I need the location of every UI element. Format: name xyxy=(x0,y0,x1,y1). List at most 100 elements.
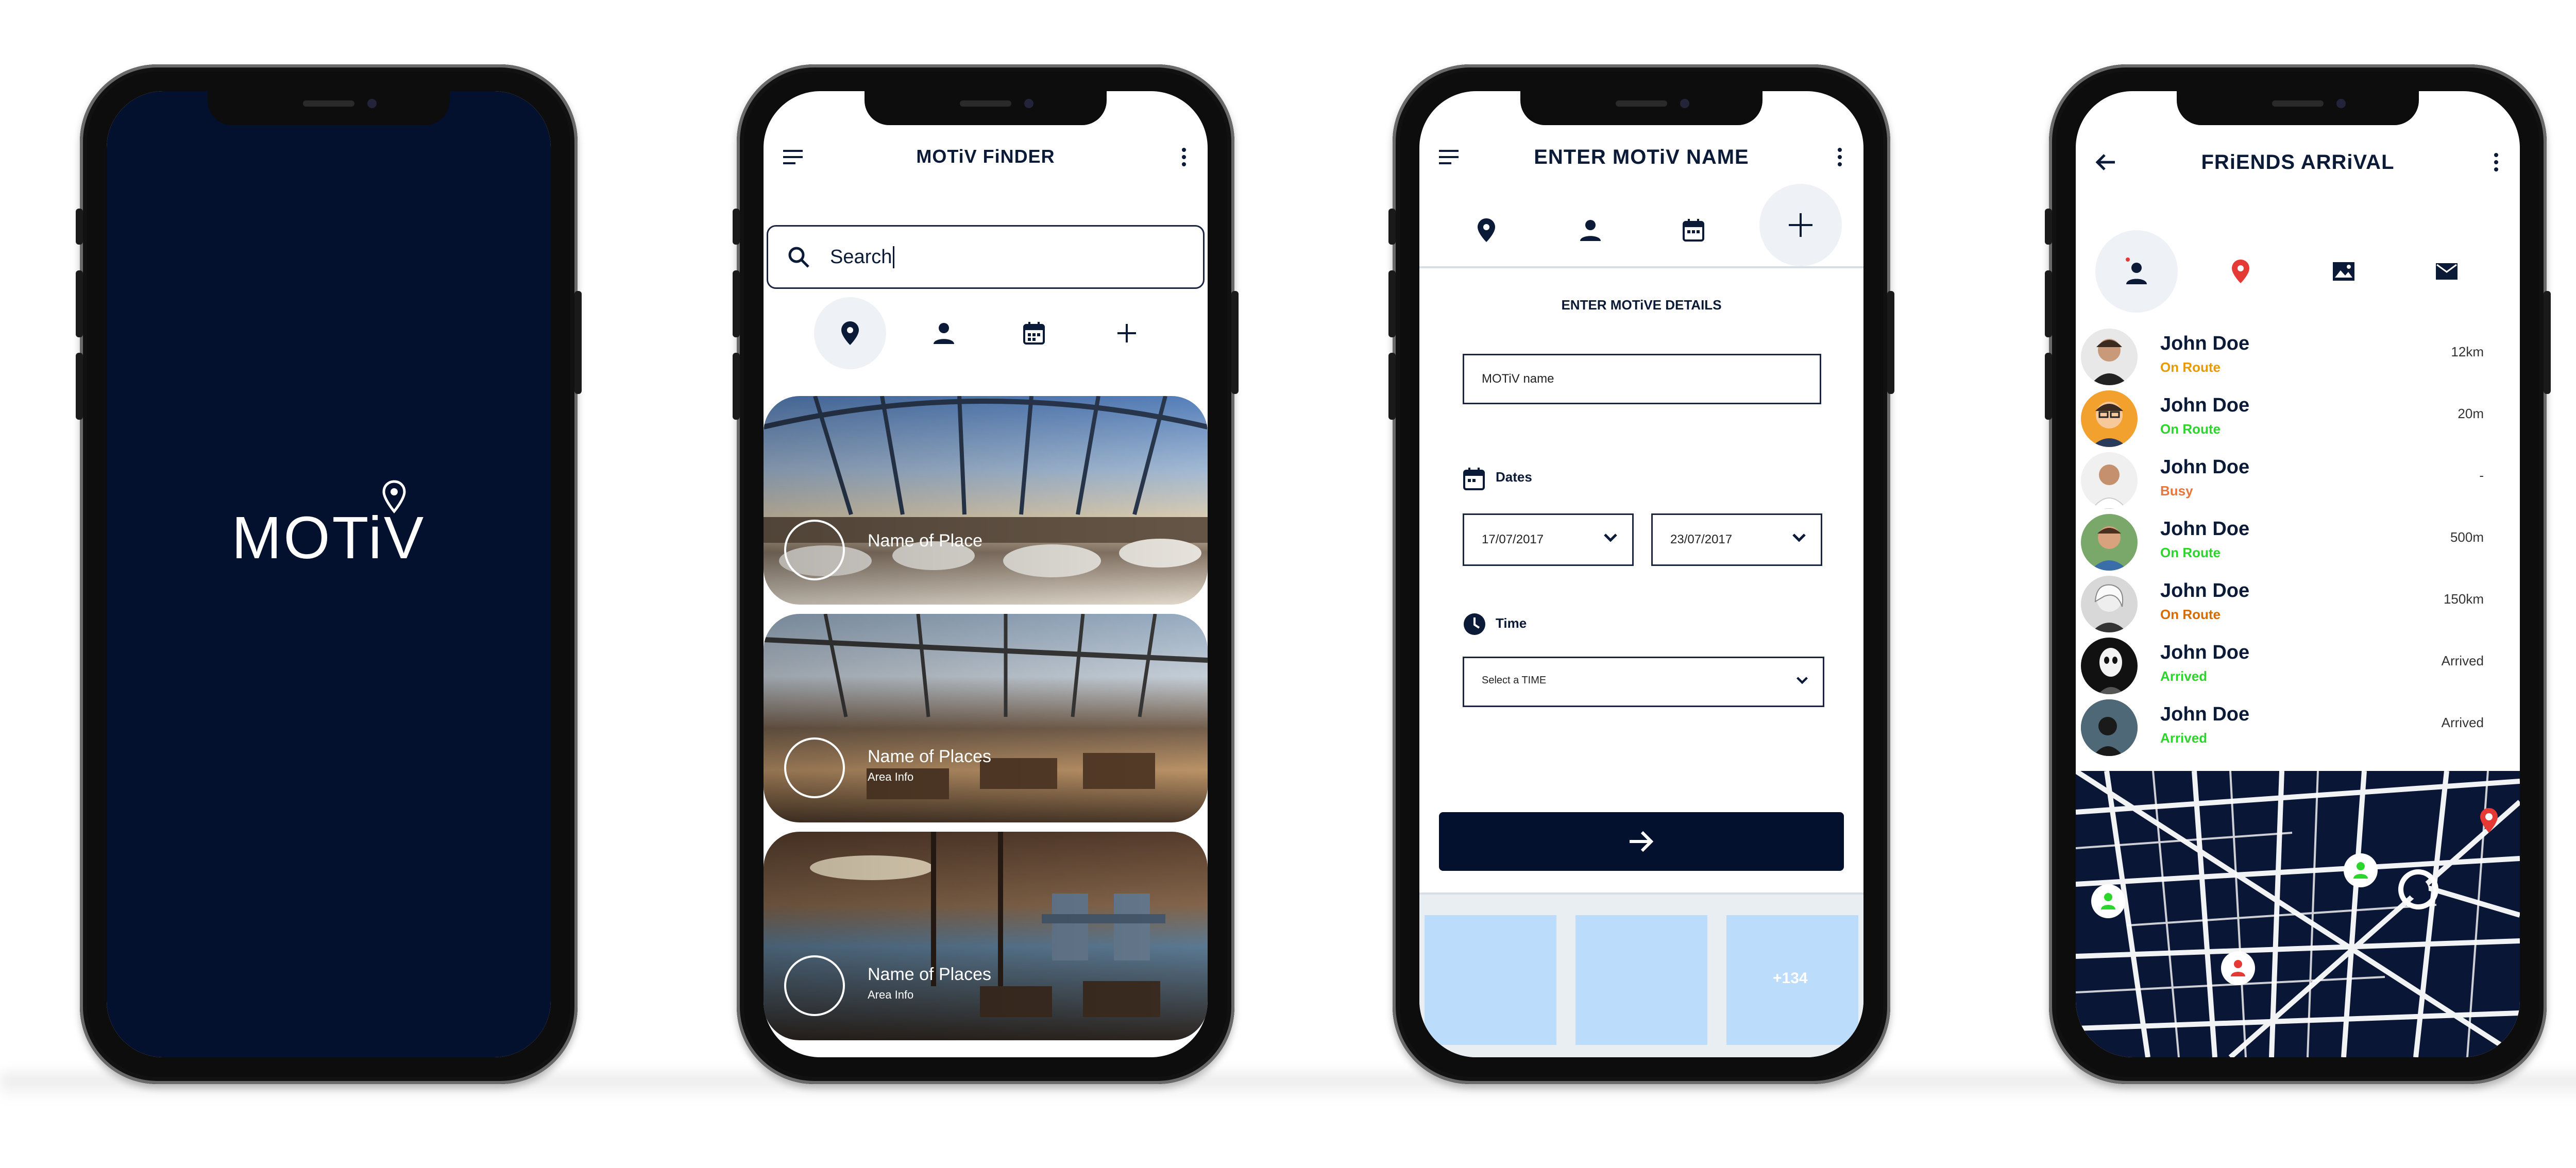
friend-row[interactable]: John Doe Arrived Arrived xyxy=(2076,696,2520,758)
gallery-thumbnail[interactable] xyxy=(1425,915,1556,1045)
map-friend-marker[interactable] xyxy=(2344,853,2378,887)
date-to-value: 23/07/2017 xyxy=(1670,533,1733,546)
more-vert-icon[interactable] xyxy=(1835,146,1845,168)
friend-name: John Doe xyxy=(2160,456,2250,478)
friend-name: John Doe xyxy=(2160,333,2250,354)
person-icon xyxy=(2101,893,2115,909)
place-card[interactable]: Name of Places Area Info xyxy=(764,832,1208,1040)
avatar xyxy=(2081,514,2138,571)
finder-screen: MOTiV FiNDER Search Name of Place Name o… xyxy=(764,91,1208,1057)
friend-distance: - xyxy=(2479,468,2484,483)
tab-messages[interactable] xyxy=(2411,235,2483,307)
friend-row[interactable]: John Doe On Route 12km xyxy=(2076,325,2520,387)
map-friend-marker[interactable] xyxy=(2091,884,2125,918)
more-vert-icon[interactable] xyxy=(2491,151,2501,174)
avatar xyxy=(2081,390,2138,447)
location-pin-icon xyxy=(1478,218,1495,242)
next-button[interactable] xyxy=(1439,812,1844,871)
friend-name: John Doe xyxy=(2160,394,2250,416)
search-input[interactable]: Search xyxy=(767,225,1205,289)
friend-name: John Doe xyxy=(2160,580,2250,602)
time-select[interactable]: Select a TIME xyxy=(1463,657,1824,707)
location-pin-icon xyxy=(2480,808,2498,833)
friend-row[interactable]: John Doe On Route 500m xyxy=(2076,511,2520,573)
date-to-select[interactable]: 23/07/2017 xyxy=(1651,513,1822,566)
tab-location[interactable] xyxy=(1450,194,1522,266)
motiv-name-value: MOTiV name xyxy=(1482,372,1554,386)
place-card[interactable]: Name of Place xyxy=(764,396,1208,605)
create-screen: ENTER MOTiV NAME ENTER MOTiVE DETAILS MO… xyxy=(1419,91,1863,1057)
motiv-name-field[interactable]: MOTiV name xyxy=(1463,354,1821,404)
friend-name: John Doe xyxy=(2160,642,2250,663)
friend-distance: Arrived xyxy=(2441,715,2484,730)
tab-location[interactable] xyxy=(814,297,886,369)
page-title: MOTiV FiNDER xyxy=(916,146,1055,167)
notch xyxy=(1520,91,1762,125)
friend-row[interactable]: John Doe On Route 20m xyxy=(2076,387,2520,449)
add-icon xyxy=(1789,213,1812,237)
friend-status: Arrived xyxy=(2160,730,2208,746)
chevron-down-icon xyxy=(1792,534,1806,542)
place-name: Name of Places xyxy=(868,965,991,984)
tab-photos[interactable] xyxy=(2308,235,2380,307)
tab-calendar[interactable] xyxy=(998,297,1070,369)
phone-finder: MOTiV FiNDER Search Name of Place Name o… xyxy=(733,64,1239,1084)
logo-pin-icon xyxy=(382,480,406,513)
notch xyxy=(208,91,450,125)
calendar-icon xyxy=(1023,322,1045,345)
create-tabs xyxy=(1419,184,1863,268)
friend-distance: 20m xyxy=(2458,406,2484,421)
place-avatar-circle xyxy=(784,520,845,580)
search-icon xyxy=(788,247,809,268)
person-icon xyxy=(1580,220,1601,241)
tab-add[interactable] xyxy=(1759,184,1842,266)
splash-background: MOTiV xyxy=(107,91,551,1057)
person-icon xyxy=(2231,960,2245,976)
gallery-thumbnail[interactable] xyxy=(1575,915,1707,1045)
place-name: Name of Places xyxy=(868,747,991,766)
tab-person[interactable] xyxy=(2095,230,2178,313)
phone-splash: MOTiV xyxy=(76,64,582,1084)
tab-person[interactable] xyxy=(1554,194,1626,266)
map-pin-destination[interactable] xyxy=(2479,807,2499,836)
friends-map[interactable] xyxy=(2076,771,2520,1057)
avatar xyxy=(2081,329,2138,385)
map-friend-marker[interactable] xyxy=(2221,951,2255,985)
tab-add[interactable] xyxy=(1091,297,1163,369)
place-name: Name of Place xyxy=(868,531,982,551)
time-label: Time xyxy=(1496,615,1527,631)
person-icon xyxy=(934,323,954,344)
friend-row[interactable]: John Doe Arrived Arrived xyxy=(2076,634,2520,696)
place-avatar-circle xyxy=(784,955,845,1016)
friend-name: John Doe xyxy=(2160,703,2250,725)
mail-icon xyxy=(2436,263,2458,280)
friend-status: Busy xyxy=(2160,483,2193,499)
friend-status: Arrived xyxy=(2160,668,2208,684)
splash-screen: MOTiV xyxy=(107,91,551,1057)
friend-row[interactable]: John Doe On Route 150km xyxy=(2076,573,2520,634)
friend-status: On Route xyxy=(2160,421,2221,437)
avatar xyxy=(2081,699,2138,756)
friend-distance: Arrived xyxy=(2441,653,2484,668)
image-icon xyxy=(2333,262,2354,281)
place-card[interactable]: Name of Places Area Info xyxy=(764,614,1208,822)
phone-arrival: FRiENDS ARRiVAL John Doe On Route 12km J… xyxy=(2045,64,2551,1084)
date-from-value: 17/07/2017 xyxy=(1482,533,1544,546)
app-logo: MOTiV xyxy=(107,480,551,572)
location-pin-icon xyxy=(2232,260,2249,283)
date-from-select[interactable]: 17/07/2017 xyxy=(1463,513,1634,566)
more-vert-icon[interactable] xyxy=(1179,146,1189,168)
tab-calendar[interactable] xyxy=(1657,194,1730,266)
friend-row[interactable]: John Doe Busy - xyxy=(2076,449,2520,511)
tab-person[interactable] xyxy=(908,297,980,369)
finder-app-bar: MOTiV FiNDER xyxy=(764,132,1208,179)
page-title: ENTER MOTiV NAME xyxy=(1534,146,1749,168)
gallery-more[interactable]: +134 xyxy=(1726,915,1858,1045)
avatar xyxy=(2081,576,2138,632)
person-icon xyxy=(2353,862,2368,879)
tab-location[interactable] xyxy=(2205,235,2277,307)
friend-distance: 12km xyxy=(2451,344,2484,359)
friend-status: On Route xyxy=(2160,359,2221,375)
friend-name: John Doe xyxy=(2160,518,2250,540)
avatar xyxy=(2081,638,2138,694)
